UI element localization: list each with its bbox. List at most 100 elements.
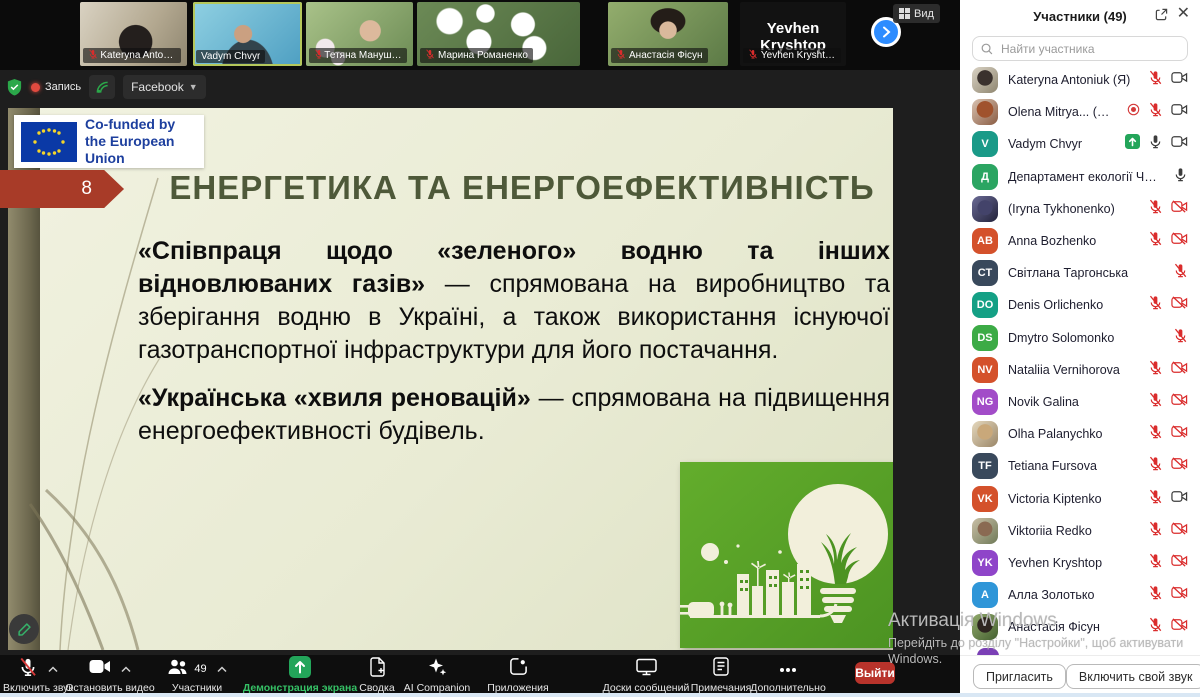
avatar-initials: DO [972,292,998,318]
participant-row[interactable]: Olena Mitrya... (Организатор) [960,96,1200,128]
video-tile-label: Анастасія Фісун [611,48,708,63]
avatar-photo [972,67,998,93]
avatar-photo [972,99,998,125]
participant-name: Алла Золотько [1008,588,1138,602]
toolbar-item-whiteboards[interactable]: Доски сообщений [600,658,692,694]
toolbar-item-participants[interactable]: 49Участники [157,658,237,694]
participant-row[interactable]: СТСвітлана Таргонська [960,257,1200,289]
popout-icon[interactable] [1155,8,1168,26]
facebook-stream-button[interactable]: Facebook ▼ [123,75,206,99]
avatar-photo [972,614,998,640]
participant-name: Dmytro Solomonko [1008,331,1163,345]
participant-row[interactable]: ДДепартамент екології ЧОДА [960,161,1200,193]
participants-footer: Пригласить Включить свой звук [960,655,1200,697]
slide-number: 8 [81,178,92,200]
security-shield-icon[interactable] [6,78,23,97]
video-tile[interactable]: Тетяна Манушкіна, М... [306,2,413,66]
participant-name: Yevhen Kryshtop [1008,556,1138,570]
live-stream-button[interactable] [89,75,115,99]
participant-row[interactable]: ABAnna Bozhenko [960,225,1200,257]
pencil-icon [17,622,32,637]
close-panel-icon[interactable]: ✕ [1177,5,1190,23]
participant-name: Viktoriia Redko [1008,524,1138,538]
search-participant-input[interactable] [999,41,1179,57]
participant-status-icons [1148,617,1188,637]
muted-mic-icon [1173,328,1188,348]
muted-mic-icon [1148,392,1163,412]
participant-row[interactable]: VKVictoria Kiptenko [960,482,1200,514]
recording-label: Запись [45,81,81,93]
participant-status-icons [1173,167,1188,187]
share-screen-icon [289,656,311,683]
participant-row[interactable]: TFTetiana Fursova [960,450,1200,482]
participant-name: (Iryna Tykhonenko) [1008,202,1138,216]
view-button[interactable]: Вид [893,4,940,23]
participant-status-icons [1125,134,1188,154]
participant-row[interactable]: DS Dmytro Solomonko [960,322,1200,354]
shared-screen-slide: Co-funded by the European Union ЕНЕРГЕТИ… [8,108,893,650]
video-tile[interactable]: Kateryna Antoniuk [80,2,187,66]
avatar-initials: DS [972,325,998,351]
avatar-initials: СТ [972,260,998,286]
toolbar-item-ai-companion[interactable]: AI Companion [404,658,470,694]
participant-row[interactable]: NVNataliia Vernihorova [960,354,1200,386]
invite-button[interactable]: Пригласить [973,664,1066,689]
video-tile-label: Марина Романенко [420,48,533,63]
people-icon [167,658,188,680]
video-tile[interactable]: Марина Романенко [417,2,580,66]
participant-status-icons [1148,392,1188,412]
camera-off-icon [1171,457,1188,475]
eu-flag-icon [21,122,77,162]
participant-status-icons [1148,231,1188,251]
leave-meeting-button[interactable]: Выйти [855,662,895,684]
meeting-stage: Kateryna AntoniukVadym Chvyr Тетяна Мануш… [0,0,960,697]
video-tile[interactable]: Анастасія Фісун [608,2,728,66]
participant-row[interactable]: Olha Palanychko [960,418,1200,450]
participant-row[interactable]: Анастасія Фісун [960,611,1200,643]
participant-row[interactable]: Viktoriia Redko [960,515,1200,547]
participant-row[interactable]: A Алла Золотько [960,579,1200,611]
participant-row[interactable]: Kateryna Antoniuk (Я) [960,64,1200,96]
video-tile[interactable]: Vadym Chvyr [193,2,302,66]
camera-off-icon [1171,232,1188,250]
participant-row[interactable]: VVadym Chvyr [960,128,1200,160]
participant-row[interactable]: NGNovik Galina [960,386,1200,418]
chevron-up-icon[interactable] [121,660,131,678]
unmute-self-button[interactable]: Включить свой звук [1066,664,1200,689]
participant-status-icons [1127,102,1188,122]
video-tile-label: Тетяна Манушкіна, М... [309,48,407,63]
search-box [972,36,1188,61]
muted-mic-icon [616,49,626,62]
avatar-initials: A [972,582,998,608]
participant-status-icons [1148,553,1188,573]
slide-body: «Співпраця щодо «зеленого» водню та інши… [138,235,890,463]
participant-name: Novik Galina [1008,395,1138,409]
avatar-photo [972,196,998,222]
eu-funding-logo: Co-funded by the European Union [14,115,204,168]
muted-mic-icon [1148,521,1163,541]
toolbar-item-stop-video[interactable]: Остановить видео [64,658,156,694]
toolbar-item-notes[interactable]: Примечания [692,658,750,694]
toolbar-item-share-screen[interactable]: Демонстрация экрана [244,658,356,694]
toolbar-item-summary[interactable]: Сводка [354,658,400,694]
toolbar-item-apps[interactable]: Приложения [487,658,549,694]
live-stream-icon [95,80,110,94]
zoom-meeting-window: Kateryna AntoniukVadym Chvyr Тетяна Мануш… [0,0,1200,697]
participant-row[interactable]: DODenis Orlichenko [960,289,1200,321]
annotate-button[interactable] [9,614,39,644]
participant-row[interactable]: (Iryna Tykhonenko) [960,193,1200,225]
camera-on-icon [1171,135,1188,153]
toolbar-item-more[interactable]: Дополнительно [752,658,824,694]
avatar-initials: V [972,131,998,157]
avatar-initials: AB [972,228,998,254]
participants-panel: Участники (49) ✕ Kateryna Antoniuk (Я)Ol… [960,0,1200,697]
muted-mic-icon [1148,424,1163,444]
video-tile[interactable]: Yevhen KryshtopYevhen Kryshtop [740,2,846,66]
mic-muted-icon [18,657,38,682]
sparkle-icon [427,657,447,682]
participant-row[interactable]: YKYevhen Kryshtop [960,547,1200,579]
participant-name: Olha Palanychko [1008,427,1138,441]
chevron-up-icon[interactable] [217,660,227,678]
participant-status-icons [1148,456,1188,476]
chevron-up-icon[interactable] [48,660,58,678]
